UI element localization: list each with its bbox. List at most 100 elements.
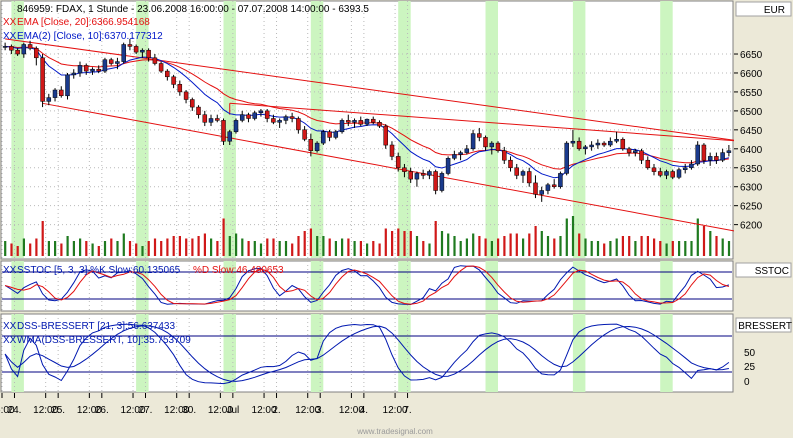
price-tick-label: 6250	[740, 202, 763, 213]
candle-body	[402, 167, 407, 172]
candle-body	[483, 137, 488, 148]
volume-bar	[309, 228, 312, 256]
volume-bar	[391, 231, 394, 256]
volume-bar	[534, 226, 537, 256]
volume-bar	[634, 241, 637, 256]
volume-bar	[328, 238, 331, 256]
volume-bar	[640, 236, 643, 256]
volume-bar	[147, 241, 150, 256]
dss-marker: XX	[3, 321, 17, 332]
volume-bar	[10, 243, 13, 256]
volume-bar	[185, 238, 188, 256]
volume-bar	[284, 241, 288, 256]
session-band	[485, 314, 498, 392]
candle-body	[651, 167, 657, 172]
candle-body	[65, 74, 70, 97]
session-band	[310, 314, 324, 392]
wma-label: WMA(DSS-BRESSERT, 10]:35.753709	[17, 335, 191, 346]
volume-bar	[565, 218, 568, 256]
sstoc-marker: XX	[3, 265, 17, 276]
volume-bar	[247, 241, 250, 256]
volume-bar	[440, 231, 444, 256]
candle-body	[152, 57, 158, 64]
candle-body	[570, 140, 576, 144]
candle-body	[564, 142, 569, 174]
candle-body	[502, 150, 507, 161]
ema10-legend: XX EMA(2) [Close, 10]:6370.177312	[3, 31, 163, 42]
volume-bar	[35, 238, 38, 256]
volume-bar	[415, 236, 419, 256]
dss-tick-25: 25	[744, 362, 756, 373]
volume-bar	[428, 243, 431, 256]
volume-bar	[590, 241, 593, 256]
candle-body	[477, 133, 482, 138]
candle-body	[601, 142, 607, 146]
price-tick-label: 6500	[740, 107, 763, 118]
fdax-chart[interactable]: EUR 6650 6600 6550 6500 6450 6400 6350 6300 6250…	[0, 0, 793, 438]
volume-bar	[434, 221, 437, 256]
candle-body	[452, 154, 457, 159]
candle-body	[427, 171, 432, 176]
volume-bar	[110, 238, 113, 256]
volume-bar	[709, 231, 712, 256]
volume-bar	[353, 241, 356, 256]
volume-bar	[266, 238, 269, 256]
volume-bar	[678, 241, 681, 256]
candle-body	[246, 114, 251, 119]
ema20-legend: XX EMA [Close, 20]:6366.954168	[3, 17, 150, 28]
volume-bar	[671, 241, 674, 256]
volume-bar	[490, 241, 493, 256]
candle-body	[77, 65, 83, 74]
dss-axis-label: BRESSERT	[738, 321, 792, 332]
candle-body	[34, 48, 39, 59]
wma-marker: XX	[3, 335, 17, 346]
volume-bar	[191, 238, 194, 256]
volume-bar	[259, 243, 263, 256]
ema20-marker: XX	[3, 17, 17, 28]
candle-body	[682, 167, 688, 170]
time-tick-label: Jul	[226, 405, 239, 416]
candle-body	[158, 63, 164, 72]
volume-bar	[397, 228, 400, 256]
sstoc-axis-label: SSTOC	[755, 266, 789, 277]
session-band	[398, 261, 411, 310]
candle-body	[495, 142, 501, 151]
chart-title: 846959: FDAX, 1 Stunde - 23.06.2008 16:0…	[17, 4, 369, 15]
volume-bar	[122, 233, 125, 256]
volume-bar	[135, 243, 138, 256]
candle-body	[258, 110, 264, 114]
candle-body	[383, 125, 388, 146]
candle-body	[190, 99, 195, 108]
candle-body	[252, 112, 257, 119]
candle-body	[277, 120, 282, 123]
candle-body	[83, 65, 89, 72]
candle-body	[608, 140, 613, 146]
candle-body	[614, 139, 619, 142]
price-tick-label: 6400	[740, 145, 763, 156]
volume-bar	[515, 233, 518, 256]
volume-bar	[72, 241, 75, 256]
volume-bar	[553, 238, 556, 256]
candle-body	[208, 118, 214, 123]
candle-body	[514, 167, 519, 176]
volume-bar	[97, 246, 100, 256]
candle-body	[358, 120, 364, 125]
candle-body	[183, 91, 189, 100]
currency-label: EUR	[764, 5, 785, 16]
candle-body	[458, 152, 463, 155]
volume-bar	[540, 231, 543, 256]
candle-body	[15, 49, 20, 55]
volume-bar	[546, 236, 550, 256]
session-band	[660, 314, 673, 392]
volume-bar	[484, 238, 487, 256]
candle-body	[664, 171, 669, 176]
volume-bar	[465, 238, 468, 256]
candle-body	[352, 120, 357, 123]
time-tick-label: 24.	[8, 405, 22, 416]
candle-body	[439, 173, 445, 191]
candle-body	[414, 173, 420, 180]
candle-body	[489, 142, 495, 148]
candle-body	[533, 182, 538, 195]
candle-body	[377, 122, 382, 127]
candle-body	[545, 184, 551, 191]
